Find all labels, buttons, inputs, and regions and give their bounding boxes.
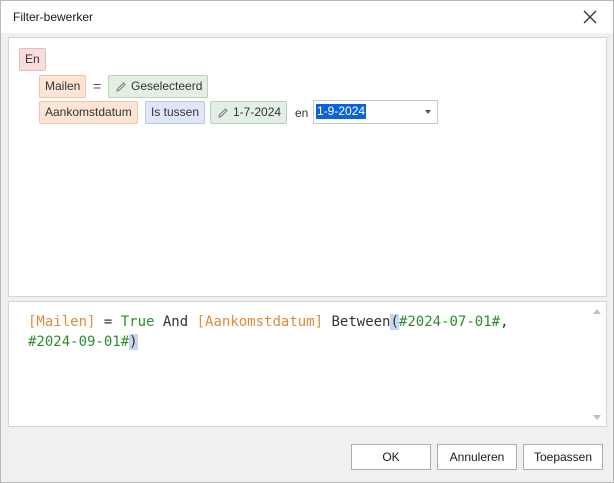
arrow-down-icon [593,414,601,420]
filter-tree-panel: En Mailen = Geselecteerd Aankomstdatum I… [8,37,607,297]
expression-text[interactable]: [Mailen] = True And [Aankomstdatum] Betw… [28,312,588,352]
expr-date-token: #2024-07-01# [398,314,501,330]
date-to-combobox[interactable]: 1-9-2024 [313,100,438,124]
cancel-button[interactable]: Annuleren [437,444,517,470]
expression-editor[interactable]: [Mailen] = True And [Aankomstdatum] Betw… [8,301,607,427]
expr-comma-token: , [500,314,509,330]
pencil-icon [116,82,126,92]
dropdown-arrow-icon[interactable] [425,110,431,114]
expr-paren-token: ( [390,314,399,330]
title-bar: Filter-bewerker [1,1,613,33]
scroll-down-button[interactable] [589,409,605,425]
value-chip-selected[interactable]: Geselecteerd [108,75,209,98]
close-button[interactable] [567,1,613,33]
operator-chip-equals[interactable]: = [90,75,104,98]
field-chip-aankomstdatum[interactable]: Aankomstdatum [39,101,138,124]
scroll-up-button[interactable] [589,303,605,319]
filter-editor-dialog: Filter-bewerker En Mailen = Geselecteerd… [0,0,614,483]
value-chip-label: 1-7-2024 [233,105,282,119]
ok-button[interactable]: OK [351,444,431,470]
and-label: en [295,106,309,120]
expr-operator-token: = [95,314,121,330]
expr-date-token: #2024-09-01# [28,334,130,350]
expr-keyword-token: True [120,314,155,330]
expr-paren-token: ) [129,334,138,350]
expr-function-token: Between [323,314,391,330]
apply-button[interactable]: Toepassen [523,444,603,470]
window-title: Filter-bewerker [13,10,94,24]
date-to-input[interactable]: 1-9-2024 [316,104,367,119]
value-chip-date-from[interactable]: 1-7-2024 [210,101,288,124]
arrow-up-icon [593,308,601,314]
pencil-icon [218,108,228,118]
close-icon [583,10,597,24]
group-operator-chip[interactable]: En [19,48,46,71]
value-chip-label: Geselecteerd [131,79,203,93]
expr-field-token: [Aankomstdatum] [196,314,324,330]
field-chip-mailen[interactable]: Mailen [39,75,87,98]
expr-field-token: [Mailen] [28,314,96,330]
operator-chip-between[interactable]: Is tussen [145,101,206,124]
vertical-scrollbar[interactable] [589,303,605,425]
expr-and-token: And [154,314,197,330]
